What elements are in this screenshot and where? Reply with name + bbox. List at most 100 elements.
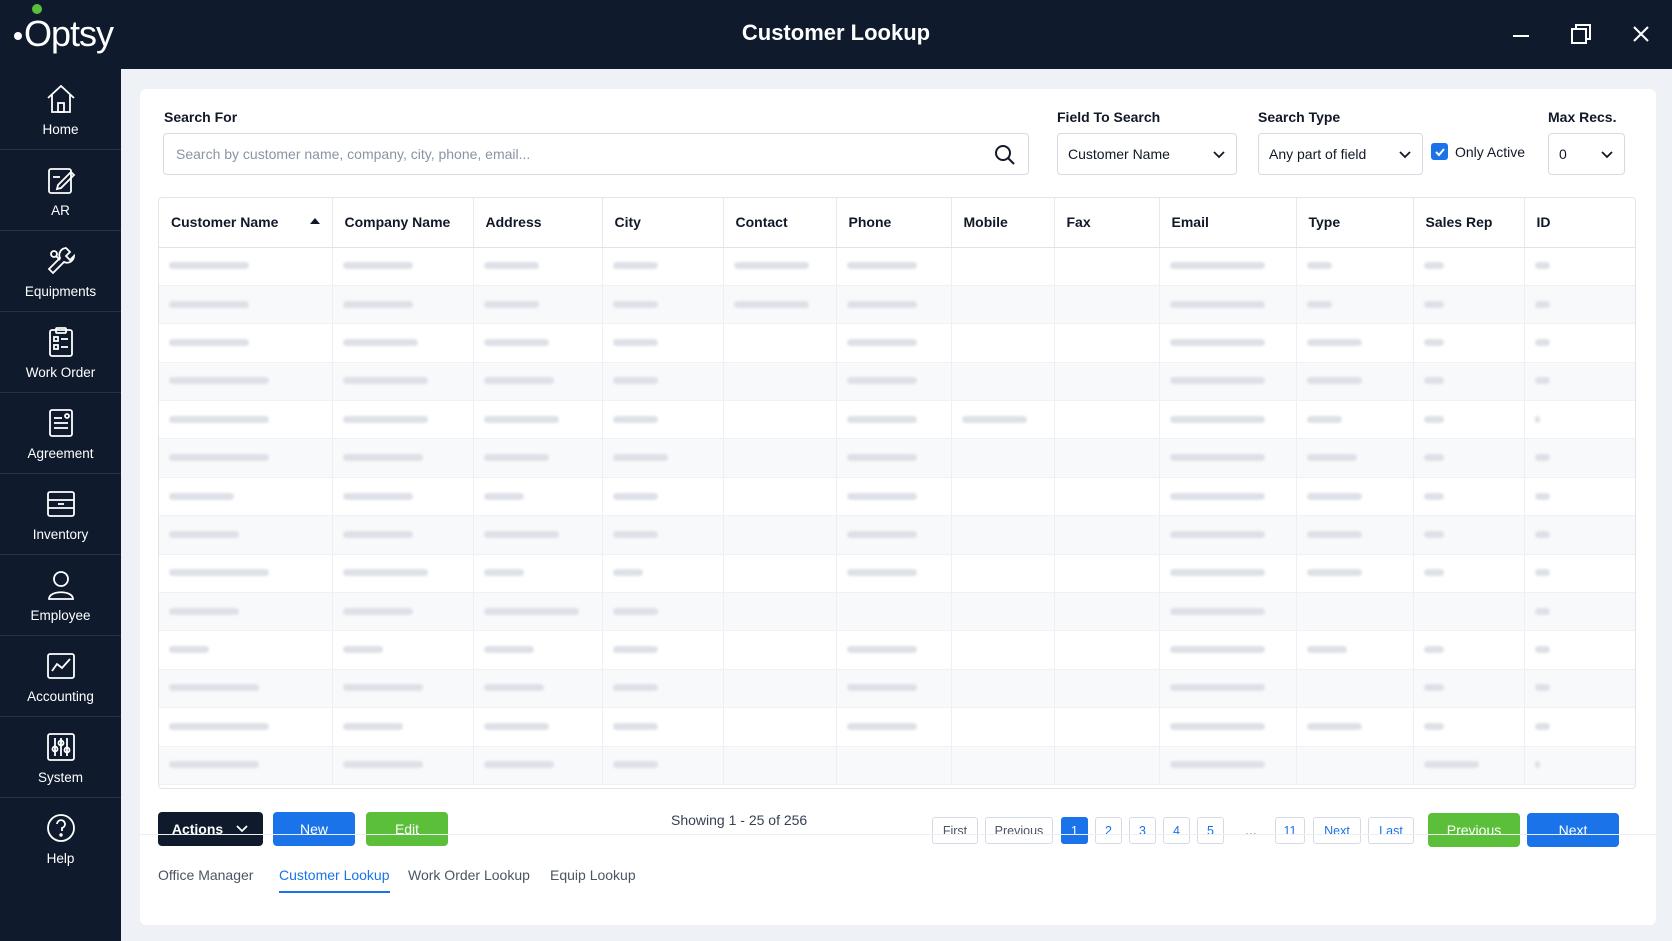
table-row[interactable] (159, 669, 1635, 709)
search-icon[interactable] (994, 144, 1016, 166)
search-input[interactable] (164, 134, 964, 174)
obscured-cell-value (1169, 415, 1265, 423)
last-page-button[interactable]: Last (1368, 817, 1414, 844)
sidebar-item-employee[interactable]: Employee (0, 555, 121, 636)
column-header-sales-rep[interactable]: Sales Rep (1413, 198, 1525, 248)
page-3-button[interactable]: 3 (1129, 817, 1156, 844)
page-1-button[interactable]: 1 (1061, 817, 1088, 844)
table-row[interactable] (159, 362, 1635, 402)
table-row[interactable] (159, 247, 1635, 286)
edit-button[interactable]: Edit (366, 812, 448, 846)
table-row[interactable] (159, 592, 1635, 632)
table-cell (951, 669, 1055, 709)
table-row[interactable] (159, 630, 1635, 670)
sidebar-item-system[interactable]: System (0, 717, 121, 798)
column-header-address[interactable]: Address (473, 198, 603, 248)
table-cell (1054, 515, 1160, 555)
only-active-checkbox[interactable]: Only Active (1431, 143, 1525, 160)
column-header-email[interactable]: Email (1159, 198, 1297, 248)
sidebar-item-ar[interactable]: AR (0, 150, 121, 231)
column-header-customer-name[interactable]: Customer Name (159, 198, 333, 248)
column-header-fax[interactable]: Fax (1054, 198, 1160, 248)
column-header-mobile[interactable]: Mobile (951, 198, 1055, 248)
table-cell (602, 515, 724, 555)
actions-button[interactable]: Actions (158, 812, 263, 846)
checkbox-checked-icon[interactable] (1431, 143, 1448, 160)
table-row[interactable] (159, 707, 1635, 747)
sidebar-item-work-order[interactable]: Work Order (0, 312, 121, 393)
search-type-select[interactable]: Any part of field (1258, 133, 1423, 175)
table-row[interactable] (159, 746, 1635, 785)
title-bar: Optsy Customer Lookup (0, 0, 1672, 69)
column-header-type[interactable]: Type (1296, 198, 1414, 248)
minimize-button[interactable] (1505, 18, 1537, 50)
obscured-cell-value (612, 300, 658, 308)
obscured-cell-value (169, 262, 249, 270)
table-cell (1159, 746, 1297, 785)
obscured-cell-value (1423, 684, 1444, 692)
table-cell (159, 323, 333, 363)
table-row[interactable] (159, 285, 1635, 325)
table-row[interactable] (159, 323, 1635, 363)
table-cell (951, 285, 1055, 325)
new-button[interactable]: New (273, 812, 355, 846)
sidebar-item-home[interactable]: Home (0, 69, 121, 150)
table-cell (951, 247, 1055, 286)
obscured-cell-value (342, 646, 383, 654)
previous-button[interactable]: Previous (1428, 813, 1520, 847)
column-header-id[interactable]: ID (1524, 198, 1635, 248)
obscured-cell-value (483, 377, 554, 385)
field-to-search-select[interactable]: Customer Name (1057, 133, 1237, 175)
tab-office-manager[interactable]: Office Manager (158, 867, 253, 883)
table-row[interactable] (159, 400, 1635, 440)
next-button[interactable]: Next (1527, 813, 1619, 847)
tab-equip-lookup[interactable]: Equip Lookup (550, 867, 636, 883)
maximize-button[interactable] (1565, 18, 1597, 50)
sidebar-item-label: Employee (30, 607, 91, 623)
column-header-contact[interactable]: Contact (723, 198, 837, 248)
obscured-cell-value (846, 415, 917, 423)
obscured-cell-value (612, 262, 658, 270)
table-cell (1524, 746, 1635, 785)
column-header-city[interactable]: City (602, 198, 724, 248)
obscured-cell-value (342, 338, 418, 346)
max-recs-select[interactable]: 0 (1548, 133, 1625, 175)
table-cell (723, 746, 837, 785)
obscured-cell-value (612, 684, 658, 692)
obscured-cell-value (846, 262, 917, 270)
page-11-button[interactable]: 11 (1275, 817, 1305, 844)
obscured-cell-value (342, 569, 428, 577)
tab-work-order-lookup[interactable]: Work Order Lookup (408, 867, 530, 883)
page-5-button[interactable]: 5 (1197, 817, 1224, 844)
next-page-button[interactable]: Next (1313, 817, 1361, 844)
first-page-button[interactable]: First (932, 817, 978, 844)
table-row[interactable] (159, 515, 1635, 555)
search-box[interactable] (163, 133, 1029, 175)
sidebar-item-label: System (37, 769, 83, 785)
table-row[interactable] (159, 554, 1635, 594)
page-4-button[interactable]: 4 (1163, 817, 1190, 844)
obscured-cell-value (612, 492, 658, 500)
obscured-cell-value (1534, 454, 1550, 462)
column-header-phone[interactable]: Phone (836, 198, 952, 248)
sidebar-item-inventory[interactable]: Inventory (0, 474, 121, 555)
tab-customer-lookup[interactable]: Customer Lookup (279, 867, 390, 893)
obscured-cell-value (1423, 761, 1479, 769)
sidebar-item-help[interactable]: Help (0, 798, 121, 879)
table-cell (332, 669, 474, 709)
page-2-button[interactable]: 2 (1095, 817, 1122, 844)
close-button[interactable] (1625, 18, 1657, 50)
table-row[interactable] (159, 438, 1635, 478)
sidebar-item-agreement[interactable]: Agreement (0, 393, 121, 474)
obscured-cell-value (483, 454, 549, 462)
obscured-cell-value (612, 569, 643, 577)
sidebar-item-equipments[interactable]: Equipments (0, 231, 121, 312)
sidebar-item-label: Inventory (32, 526, 89, 542)
sidebar-item-accounting[interactable]: Accounting (0, 636, 121, 717)
obscured-cell-value (846, 646, 917, 654)
table-row[interactable] (159, 477, 1635, 517)
previous-page-button[interactable]: Previous (985, 817, 1053, 844)
obscured-cell-value (846, 377, 917, 385)
table-cell (159, 592, 333, 632)
column-header-company-name[interactable]: Company Name (332, 198, 474, 248)
